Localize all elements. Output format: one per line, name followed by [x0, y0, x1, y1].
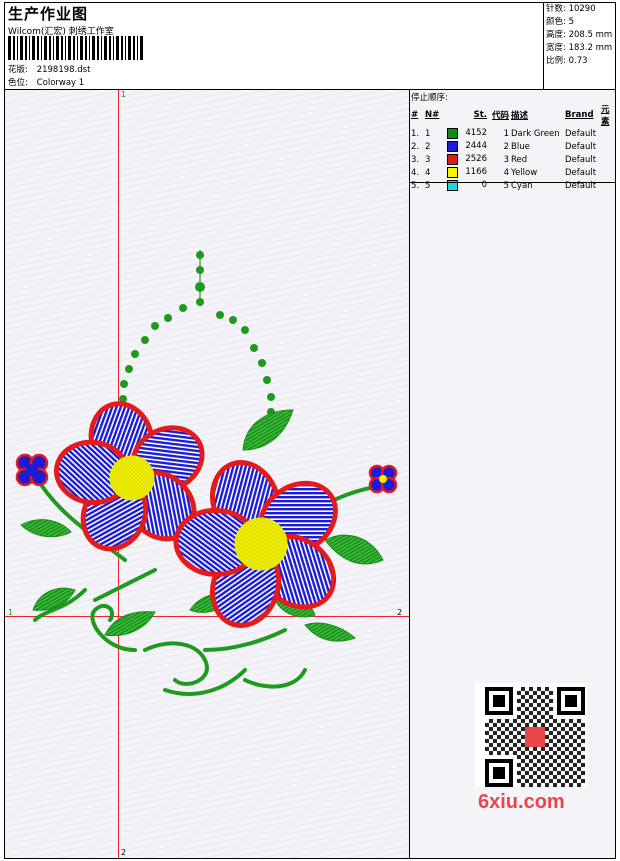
cell-index: 5. — [411, 180, 420, 191]
cell-element — [600, 127, 615, 140]
barcode — [8, 36, 143, 60]
panel-divider — [410, 182, 615, 183]
small-flower-left — [15, 453, 49, 487]
cell-code: 2 — [503, 141, 509, 152]
design-file-value: 2198198.dst — [36, 65, 91, 75]
cell-description: Red — [511, 154, 528, 165]
color-swatch — [447, 167, 458, 178]
cell-number: 2 — [425, 141, 431, 152]
stat-colors: 颜色: 5 — [546, 17, 574, 27]
design-file-label: 花版: — [8, 65, 28, 75]
col-stitches: St. — [473, 110, 487, 120]
col-description: 描述 — [511, 111, 529, 121]
cell-description: Blue — [511, 141, 530, 152]
color-swatch — [447, 141, 458, 152]
cell-index: 4. — [411, 167, 420, 178]
qr-code — [475, 683, 587, 787]
cell-element — [600, 179, 615, 192]
cell-brand: Default — [565, 128, 597, 139]
cell-number: 4 — [425, 167, 431, 178]
cell-index: 2. — [411, 141, 420, 152]
cell-code: 4 — [503, 167, 509, 178]
colorway-label: 色位: — [8, 78, 28, 88]
cell-brand: Default — [565, 180, 597, 191]
cell-number: 5 — [425, 180, 431, 191]
cell-index: 1. — [411, 128, 420, 139]
cell-stitches: 2444 — [446, 140, 488, 153]
col-index: # — [411, 110, 419, 120]
cell-description: Yellow — [511, 167, 538, 178]
design-file-row: 花版: 2198198.dst — [8, 63, 90, 75]
col-number: N# — [425, 110, 440, 120]
stop-sequence-table: # N# St. 代码 描述 Brand 元素 1. 1 4152 1 Dark Gre… — [410, 103, 615, 192]
design-preview[interactable]: 1 1 2 2 — [5, 90, 410, 858]
col-element: 元素 — [601, 105, 610, 127]
cell-code: 3 — [503, 154, 509, 165]
stat-height: 高度: 208.5 mm — [546, 30, 613, 40]
cell-brand: Default — [565, 141, 597, 152]
cell-code: 1 — [503, 128, 509, 139]
watermark-text: 6xiu.com — [478, 791, 565, 813]
cell-description: Dark Green — [511, 128, 560, 139]
cell-number: 3 — [425, 154, 431, 165]
cell-element — [600, 166, 615, 179]
stats-box: 针数: 10290 颜色: 5 高度: 208.5 mm 宽度: 183.2 m… — [543, 3, 615, 89]
page-title: 生产作业图 — [8, 5, 89, 23]
small-flower-right — [368, 464, 398, 494]
table-row[interactable]: 2. 2 2444 2 Blue Default — [410, 140, 615, 153]
color-swatch — [447, 154, 458, 165]
production-sheet: 生产作业图 Wilcom(汇宏) 刺绣工作室 花版: 2198198.dst 色… — [4, 2, 616, 859]
col-code: 代码 — [491, 111, 509, 121]
stat-width: 宽度: 183.2 mm — [546, 43, 613, 53]
table-header: # N# St. 代码 描述 Brand 元素 — [410, 103, 615, 127]
col-brand: Brand — [565, 110, 594, 120]
header: 生产作业图 Wilcom(汇宏) 刺绣工作室 花版: 2198198.dst 色… — [5, 3, 543, 89]
stat-stitches: 针数: 10290 — [546, 4, 596, 14]
cell-stitches: 4152 — [446, 127, 488, 140]
cell-number: 1 — [425, 128, 431, 139]
table-row[interactable]: 1. 1 4152 1 Dark Green Default — [410, 127, 615, 140]
colorway-row: 色位: Colorway 1 — [8, 76, 84, 88]
cell-brand: Default — [565, 154, 597, 165]
table-row[interactable]: 4. 4 1166 4 Yellow Default — [410, 166, 615, 179]
table-row[interactable]: 5. 5 0 5 Cyan Default — [410, 179, 615, 192]
cell-element — [600, 153, 615, 166]
table-row[interactable]: 3. 3 2526 3 Red Default — [410, 153, 615, 166]
cell-stitches: 2526 — [446, 153, 488, 166]
stop-sequence-title: 停止顺序: — [411, 93, 448, 103]
cell-description: Cyan — [511, 180, 533, 191]
cell-stitches: 0 — [446, 179, 488, 192]
color-swatch — [447, 128, 458, 139]
cell-index: 3. — [411, 154, 420, 165]
colorway-value: Colorway 1 — [36, 78, 85, 88]
stat-scale: 比例: 0.73 — [546, 56, 588, 66]
embroidery-design — [15, 250, 398, 696]
cell-element — [600, 140, 615, 153]
cell-code: 5 — [503, 180, 509, 191]
handle-dots — [119, 251, 275, 416]
cell-brand: Default — [565, 167, 597, 178]
cell-stitches: 1166 — [446, 166, 488, 179]
